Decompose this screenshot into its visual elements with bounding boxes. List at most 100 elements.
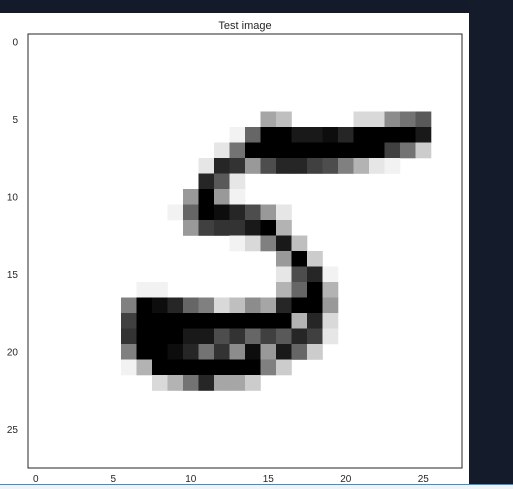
- x-tick-label: 15: [263, 474, 275, 484]
- pixel-cell: [260, 158, 277, 174]
- pixel-cell: [183, 220, 199, 236]
- pixel-cell: [229, 297, 246, 314]
- x-tick-label: 0: [33, 474, 39, 484]
- pixel-cell: [198, 328, 215, 345]
- pixel-cell: [167, 297, 184, 314]
- pixel-cell: [152, 282, 168, 298]
- pixel-cell: [245, 204, 261, 221]
- pixel-cell: [245, 220, 261, 236]
- pixel-cell: [276, 142, 292, 159]
- pixel-cell: [152, 359, 168, 376]
- pixel-cell: [214, 328, 230, 345]
- pixel-cell: [245, 158, 261, 174]
- pixel-cell: [291, 266, 308, 283]
- pixel-cell: [260, 359, 277, 376]
- pixel-cell: [276, 266, 292, 283]
- pixel-cell: [152, 375, 168, 391]
- pixel-cell: [322, 313, 339, 329]
- pixel-cell: [415, 142, 432, 159]
- pixel-cell: [198, 297, 215, 314]
- pixel-cell: [152, 297, 168, 314]
- pixel-cell: [276, 127, 292, 143]
- pixel-cell: [229, 235, 246, 252]
- pixel-cell: [291, 251, 308, 267]
- pixel-cell: [260, 235, 277, 252]
- pixel-cell: [353, 142, 370, 159]
- pixel-cell: [260, 297, 277, 314]
- pixel-cell: [198, 173, 215, 190]
- pixel-cell: [136, 282, 153, 298]
- pixel-cell: [214, 344, 230, 360]
- pixel-cell: [136, 359, 153, 376]
- pixel-cell: [214, 204, 230, 221]
- pixel-cell: [260, 344, 277, 360]
- pixel-cell: [152, 344, 168, 360]
- pixel-cell: [121, 328, 137, 345]
- pixel-cell: [245, 127, 261, 143]
- pixel-cell: [353, 111, 370, 128]
- pixel-cell: [353, 127, 370, 143]
- pixel-cell: [245, 297, 261, 314]
- pixel-cell: [415, 127, 432, 143]
- pixel-cell: [198, 158, 215, 174]
- pixel-cell: [167, 359, 184, 376]
- y-tick-label: 10: [7, 192, 19, 203]
- pixel-cell: [245, 313, 261, 329]
- pixel-cell: [198, 189, 215, 205]
- pixel-cell: [152, 313, 168, 329]
- pixel-cell: [369, 142, 385, 159]
- pixel-cell: [121, 344, 137, 360]
- pixel-cell: [307, 282, 323, 298]
- pixel-cell: [338, 127, 354, 143]
- pixel-cell: [307, 251, 323, 267]
- pixel-cell: [307, 297, 323, 314]
- pixel-cell: [322, 158, 339, 174]
- pixel-cell: [322, 297, 339, 314]
- pixel-cell: [384, 142, 401, 159]
- pixel-cell: [307, 328, 323, 345]
- pixel-cell: [291, 142, 308, 159]
- pixel-cell: [276, 282, 292, 298]
- pixel-cell: [229, 204, 246, 221]
- pixel-cell: [276, 297, 292, 314]
- pixel-cell: [276, 328, 292, 345]
- pixel-cell: [307, 344, 323, 360]
- pixel-cell: [400, 111, 416, 128]
- pixel-cell: [167, 313, 184, 329]
- pixel-cell: [183, 313, 199, 329]
- y-tick-label: 0: [12, 37, 18, 48]
- pixel-cell: [198, 220, 215, 236]
- x-tick-label: 20: [340, 474, 352, 484]
- pixel-cell: [291, 297, 308, 314]
- pixel-cell: [260, 204, 277, 221]
- pixel-cell: [121, 297, 137, 314]
- pixel-cell: [307, 142, 323, 159]
- pixel-cell: [291, 235, 308, 252]
- pixel-cell: [307, 158, 323, 174]
- pixel-cell: [245, 328, 261, 345]
- pixel-cell: [214, 142, 230, 159]
- pixel-cell: [260, 220, 277, 236]
- pixel-cell: [260, 142, 277, 159]
- pixel-cell: [276, 204, 292, 221]
- pixel-cell: [291, 282, 308, 298]
- pixel-cell: [229, 375, 246, 391]
- pixel-cell: [214, 220, 230, 236]
- pixel-cell: [276, 251, 292, 267]
- pixel-cell: [369, 111, 385, 128]
- y-tick-label: 5: [12, 115, 18, 126]
- pixel-cell: [229, 142, 246, 159]
- pixel-cell: [369, 158, 385, 174]
- pixel-cell: [198, 344, 215, 360]
- pixel-cell: [260, 313, 277, 329]
- pixel-cell: [214, 173, 230, 190]
- pixel-cell: [229, 344, 246, 360]
- pixel-cell: [214, 189, 230, 205]
- pixel-cell: [276, 235, 292, 252]
- pixel-cell: [121, 313, 137, 329]
- pixel-cell: [245, 142, 261, 159]
- pixel-cell: [136, 313, 153, 329]
- pixel-cell: [229, 127, 246, 143]
- pixel-cell: [322, 127, 339, 143]
- pixel-cell: [353, 158, 370, 174]
